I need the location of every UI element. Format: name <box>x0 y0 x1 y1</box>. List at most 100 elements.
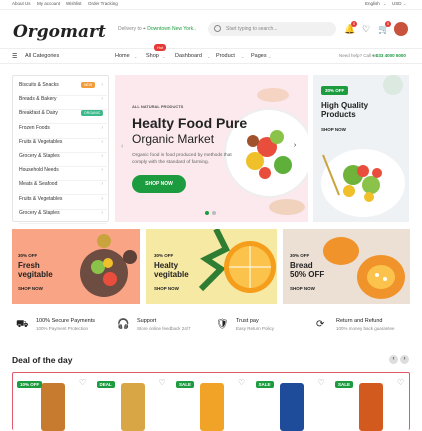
top-link-account[interactable]: My account <box>37 1 60 6</box>
feature-title: 100% Secure Payments <box>36 318 96 324</box>
all-categories-toggle[interactable]: All Categories <box>25 53 59 59</box>
wishlist-heart-icon[interactable]: ♡ <box>238 379 246 387</box>
card-shop-now-link[interactable]: SHOP NOW <box>154 286 179 291</box>
menu-icon[interactable]: ☰ <box>12 53 17 60</box>
location-pin-icon: ⌖ <box>143 26 146 32</box>
delivery-location-value: Downtown New York.. <box>147 26 196 32</box>
deal-badge: 10% OFF <box>17 381 43 388</box>
chevron-right-icon: › <box>101 96 103 103</box>
hero-description: Organic food is food produced by methods… <box>132 153 232 165</box>
carousel-prev-icon[interactable]: ‹ <box>121 143 123 150</box>
chevron-right-icon: › <box>101 124 103 131</box>
nav-item-dashboard[interactable]: Dashboard <box>175 53 202 59</box>
deal-badge: SALE <box>176 381 195 388</box>
promo-shop-now-link[interactable]: SHOP NOW <box>321 127 346 132</box>
hero-label: ALL NATURAL PRODUCTS <box>132 104 184 109</box>
truck-icon: ⛟ <box>16 319 29 330</box>
wishlist-heart-icon[interactable]: ♡ <box>79 379 87 387</box>
card-title: Fresh vegitable <box>18 261 53 279</box>
top-link-about[interactable]: About Us <box>12 1 31 6</box>
deals-prev-icon[interactable]: ‹ <box>389 355 398 364</box>
search-icon <box>214 25 221 32</box>
deal-product-image[interactable] <box>200 383 224 431</box>
divider <box>0 9 422 10</box>
chevron-right-icon: › <box>101 195 103 202</box>
chevron-down-icon: ⌄ <box>207 54 211 59</box>
sidebar-category-label: Grocery & Staples <box>19 209 60 216</box>
avatar[interactable] <box>394 22 408 36</box>
deal-product-image[interactable] <box>279 383 304 431</box>
hero-shop-now-button[interactable]: SHOP NOW <box>132 175 186 193</box>
deal-product-image[interactable] <box>359 383 383 431</box>
heart-icon[interactable]: ♡ <box>361 24 371 34</box>
nav-item-product[interactable]: Product <box>216 53 235 59</box>
headset-icon: 🎧 <box>117 319 130 330</box>
currency-select[interactable]: USD <box>392 1 402 6</box>
sidebar-category-item[interactable]: Frozen Foods › <box>19 125 107 139</box>
chevron-right-icon: › <box>101 181 103 188</box>
feature-trust-pay: 🛡 Trust pay Easy Return Policy <box>214 318 309 332</box>
sidebar-category-item[interactable]: Grocery & Staples › <box>19 153 107 167</box>
wishlist-heart-icon[interactable]: ♡ <box>397 379 405 387</box>
deal-badge: SALE <box>335 381 354 388</box>
sidebar-category-label: Breads & Bakery <box>19 96 57 103</box>
deal-product-image[interactable] <box>120 383 145 431</box>
wishlist-heart-icon[interactable]: ♡ <box>318 379 326 387</box>
hot-badge: Hot <box>154 44 167 51</box>
cart-count-badge: 0 <box>385 21 391 27</box>
sidebar-category-item[interactable]: Fruits & Vegetables › <box>19 196 107 210</box>
carousel-dot[interactable] <box>212 211 216 215</box>
chevron-down-icon: ⌄ <box>134 54 138 59</box>
feature-subtitle: 100% Payment Protection <box>36 326 89 331</box>
wishlist-heart-icon[interactable]: ♡ <box>159 379 167 387</box>
chevron-right-icon: › <box>101 110 103 117</box>
top-link-wishlist[interactable]: Wishlist <box>66 1 82 6</box>
sidebar-category-item[interactable]: Breakfast & Dairy ORGANIC › <box>19 110 107 125</box>
sidebar-category-label: Household Needs <box>19 167 59 174</box>
sidebar-category-label: Meats & Seafood <box>19 181 58 188</box>
salad-image <box>321 75 405 217</box>
sidebar-category-item[interactable]: Breads & Bakery › <box>19 96 107 111</box>
chevron-right-icon: › <box>101 82 103 88</box>
sidebar-category-item[interactable]: Meats & Seafood › <box>19 181 107 196</box>
sidebar-category-label: Fruits & Vegetables <box>19 195 63 202</box>
nav-item-pages[interactable]: Pages <box>251 53 267 59</box>
hero-title: Healty Food Pure <box>132 115 248 131</box>
promo-banner: 30% OFF High Quality Products SHOP NOW <box>313 75 409 222</box>
chevron-right-icon: › <box>101 153 103 159</box>
sidebar-category-item[interactable]: Household Needs › <box>19 167 107 182</box>
top-bar: About Us My account Wishlist Order Track… <box>0 0 422 8</box>
nav-item-shop[interactable]: Shop <box>146 53 159 59</box>
feature-return-refund: ⟳ Return and Refund 100% money back guar… <box>314 318 410 332</box>
card-shop-now-link[interactable]: SHOP NOW <box>290 286 315 291</box>
category-sidebar: Biscuits & Snacks NEW › Breads & Bakery › Bre… <box>12 75 109 224</box>
chevron-down-icon: ⌄ <box>162 54 166 59</box>
feature-subtitle: 100% money back guarantee <box>336 326 395 331</box>
chevron-right-icon: › <box>101 209 103 216</box>
card-title: Healty vegitable <box>154 261 189 279</box>
feature-title: Return and Refund <box>336 318 383 324</box>
sidebar-category-item[interactable]: Biscuits & Snacks NEW › <box>19 82 107 96</box>
deal-badge: DEAL <box>96 381 115 388</box>
sidebar-category-item[interactable]: Fruits & Vegetables › <box>19 139 107 153</box>
deal-product-image[interactable] <box>41 383 65 431</box>
help-phone[interactable]: + 033 4000 5000 <box>372 53 406 58</box>
feature-support: 🎧 Support Store online feedback 24/7 <box>115 318 210 332</box>
top-link-order-tracking[interactable]: Order Tracking <box>88 1 118 6</box>
shield-icon: 🛡 <box>216 319 229 330</box>
promo-card-fresh: 30% OFF Fresh vegitable SHOP NOW <box>12 229 140 304</box>
chevron-down-icon: ⌄ <box>241 54 245 59</box>
delivery-location[interactable]: Delivery to ⌖ Downtown New York.. <box>118 26 196 32</box>
sidebar-category-item[interactable]: Grocery & Staples › <box>19 210 107 224</box>
carousel-dot-active[interactable] <box>205 211 209 215</box>
deals-next-icon[interactable]: › <box>400 355 409 364</box>
promo-discount-badge: 30% OFF <box>321 86 349 95</box>
feature-subtitle: Store online feedback 24/7 <box>137 326 191 331</box>
language-select[interactable]: English <box>365 1 380 6</box>
nav-item-home[interactable]: Home <box>115 53 130 59</box>
delivery-label: Delivery to <box>118 26 142 32</box>
carousel-next-icon[interactable]: › <box>289 139 301 153</box>
site-logo[interactable]: Orgomart <box>13 22 106 42</box>
card-shop-now-link[interactable]: SHOP NOW <box>18 286 43 291</box>
search-input[interactable]: Start typing to search... <box>208 22 336 36</box>
